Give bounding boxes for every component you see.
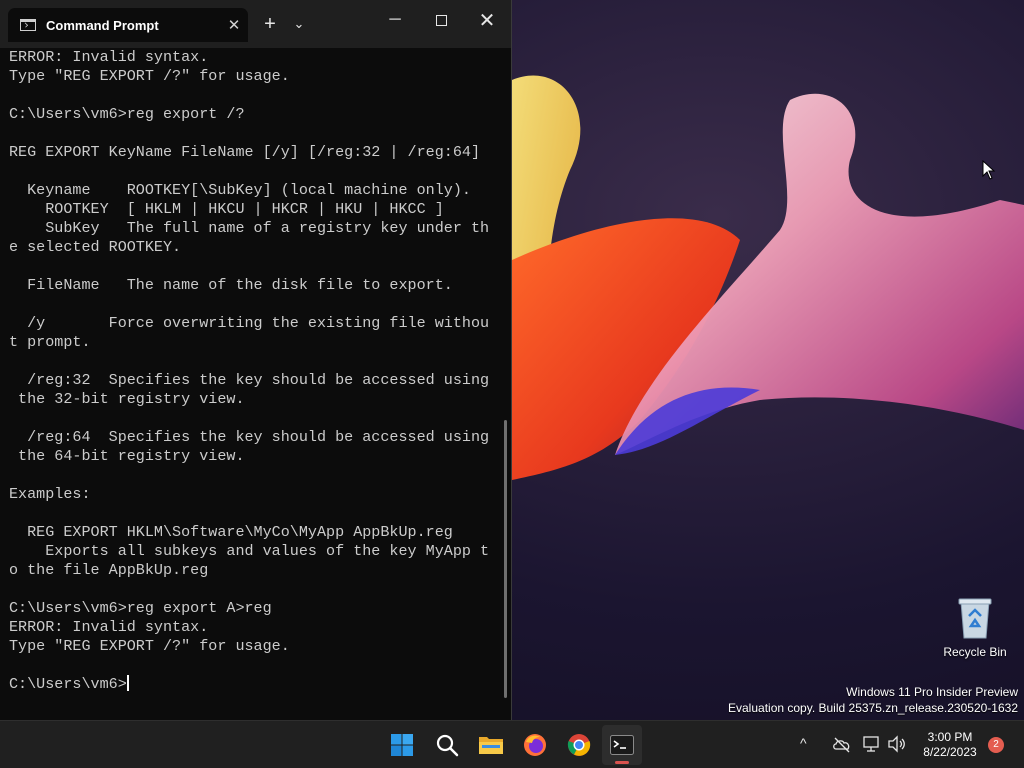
console-line: C:\Users\vm6>reg export /?: [9, 105, 245, 123]
console-line: FileName The name of the disk file to ex…: [9, 276, 453, 294]
taskbar: ^ 3:00 PM 8/22/2023 2: [0, 720, 1024, 768]
windows-logo-icon: [391, 734, 413, 756]
console-line: Keyname ROOTKEY[\SubKey] (local machine …: [9, 181, 471, 199]
firefox-button[interactable]: [515, 725, 555, 765]
console-line: Type "REG EXPORT /?" for usage.: [9, 637, 290, 655]
scrollbar-thumb[interactable]: [504, 420, 507, 698]
recycle-bin-label: Recycle Bin: [943, 645, 1007, 659]
new-tab-button[interactable]: +: [257, 10, 283, 38]
console-line: /reg:64 Specifies the key should be acce…: [9, 428, 490, 446]
console-line: e selected ROOTKEY.: [9, 238, 182, 256]
console-line: ERROR: Invalid syntax.: [9, 48, 209, 66]
text-cursor: [126, 675, 129, 691]
console-line: SubKey The full name of a registry key u…: [9, 219, 490, 237]
console-line: REG EXPORT KeyName FileName [/y] [/reg:3…: [9, 143, 481, 161]
console-line: Exports all subkeys and values of the ke…: [9, 542, 490, 560]
terminal-button[interactable]: [602, 725, 642, 765]
firefox-icon: [524, 734, 546, 756]
recycle-bin[interactable]: Recycle Bin: [940, 596, 1010, 659]
onedrive-offline-icon[interactable]: [832, 735, 852, 753]
watermark-build: Evaluation copy. Build 25375.zn_release.…: [728, 701, 1018, 715]
tab-command-prompt[interactable]: Command Prompt ✕: [8, 8, 248, 42]
console-line: C:\Users\vm6>: [9, 675, 127, 693]
console-line: Examples:: [9, 485, 91, 503]
chrome-icon: [567, 734, 591, 756]
tab-close-button[interactable]: ✕: [220, 16, 248, 34]
console-output[interactable]: ERROR: Invalid syntax. Type "REG EXPORT …: [9, 48, 499, 712]
volume-icon[interactable]: [887, 735, 907, 753]
command-prompt-window[interactable]: Command Prompt ✕ + ⌄ ─ ✕ ERROR: Invalid …: [0, 0, 511, 720]
watermark-edition: Windows 11 Pro Insider Preview: [846, 685, 1018, 699]
tab-dropdown-button[interactable]: ⌄: [287, 10, 311, 38]
file-explorer-button[interactable]: [471, 725, 511, 765]
show-hidden-icons-button[interactable]: ^: [800, 735, 807, 751]
search-button[interactable]: [427, 725, 467, 765]
evaluation-watermark: Windows 11 Pro Insider Preview Evaluatio…: [728, 684, 1018, 716]
console-line: ROOTKEY [ HKLM | HKCU | HKCR | HKU | HKC…: [9, 200, 444, 218]
console-line: /y Force overwriting the existing file w…: [9, 314, 490, 332]
search-icon: [436, 734, 459, 757]
console-line: o the file AppBkUp.reg: [9, 561, 209, 579]
clock-time: 3:00 PM: [927, 730, 973, 744]
console-line: Type "REG EXPORT /?" for usage.: [9, 67, 290, 85]
folder-icon: [479, 737, 503, 754]
maximize-icon: [435, 14, 447, 26]
console-line: the 64-bit registry view.: [9, 447, 245, 465]
close-window-button[interactable]: ✕: [464, 6, 510, 34]
maximize-button[interactable]: [418, 6, 464, 34]
notification-badge[interactable]: 2: [988, 737, 1004, 753]
console-line: the 32-bit registry view.: [9, 390, 245, 408]
chrome-button[interactable]: [559, 725, 599, 765]
start-button[interactable]: [382, 725, 422, 765]
console-line: /reg:32 Specifies the key should be acce…: [9, 371, 490, 389]
command-prompt-icon: [20, 19, 36, 31]
tab-title: Command Prompt: [46, 17, 159, 33]
console-line: C:\Users\vm6>reg export A>reg: [9, 599, 272, 617]
minimize-button[interactable]: ─: [372, 6, 418, 34]
console-line: ERROR: Invalid syntax.: [9, 618, 209, 636]
network-icon[interactable]: [862, 735, 882, 753]
terminal-icon: [610, 735, 634, 755]
console-line: t prompt.: [9, 333, 91, 351]
clock-date: 8/22/2023: [923, 745, 977, 759]
title-bar[interactable]: Command Prompt ✕ + ⌄ ─ ✕: [0, 0, 511, 48]
console-line: REG EXPORT HKLM\Software\MyCo\MyApp AppB…: [9, 523, 453, 541]
mouse-pointer-icon: [982, 160, 996, 180]
recycle-bin-icon: [958, 598, 992, 639]
clock[interactable]: 3:00 PM 8/22/2023: [915, 730, 985, 760]
